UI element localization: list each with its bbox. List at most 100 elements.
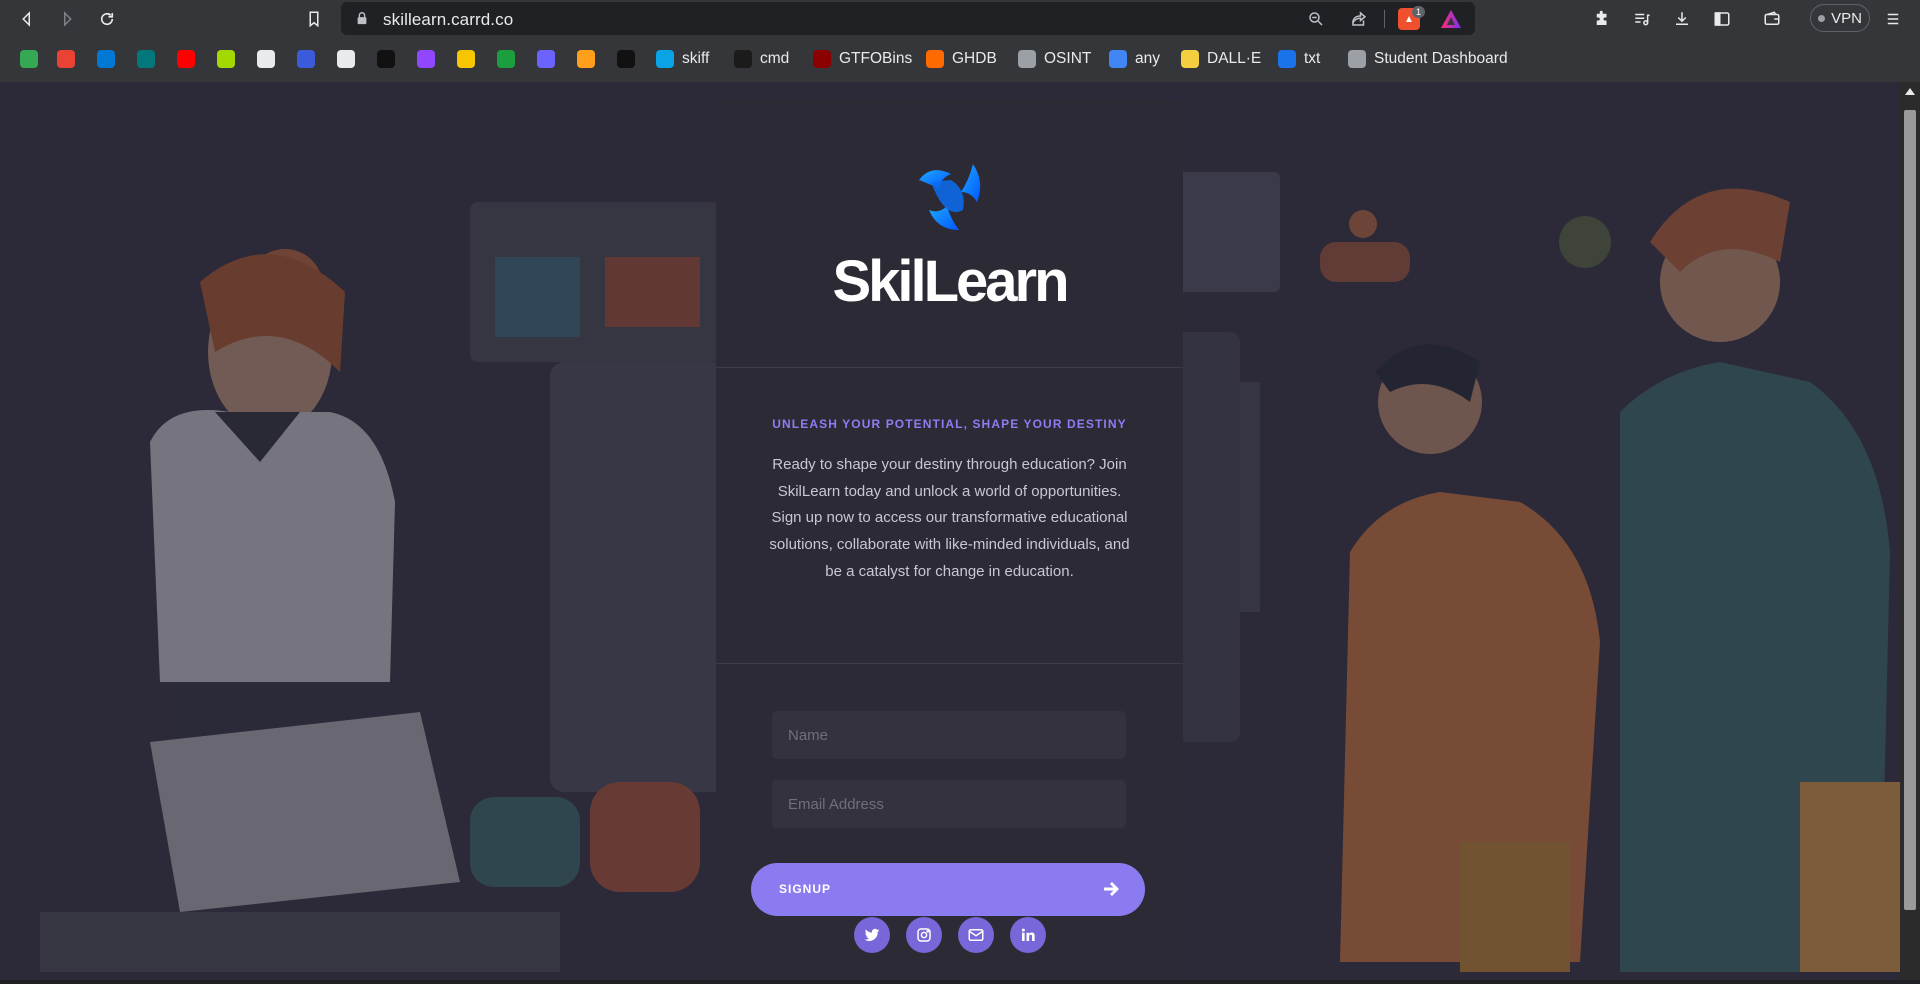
openai-icon <box>257 50 275 68</box>
bookmark-item[interactable] <box>497 46 515 72</box>
twitter-icon <box>864 928 880 941</box>
zoom-button[interactable] <box>1306 9 1326 29</box>
signup-button[interactable]: SIGNUP <box>751 863 1145 916</box>
txt-icon <box>1278 50 1296 68</box>
divider-top <box>716 367 1183 368</box>
signup-label: SIGNUP <box>779 882 832 896</box>
back-icon <box>22 11 30 27</box>
any-icon <box>1109 50 1127 68</box>
sharepoint-icon <box>137 50 155 68</box>
brave-rewards-icon[interactable] <box>1440 9 1462 29</box>
bookmark-item[interactable] <box>177 46 195 72</box>
bookmark-item[interactable] <box>337 46 355 72</box>
media-button[interactable] <box>1628 5 1656 33</box>
scroll-up-arrow[interactable] <box>1905 88 1915 95</box>
bookmark-item[interactable]: txt <box>1278 46 1320 72</box>
bookmark-label: cmd <box>760 50 790 67</box>
bookmark-item[interactable] <box>137 46 155 72</box>
brand-title: SkilLearn <box>832 249 1069 314</box>
bookmarks-bar: skiff cmd GTFOBins GHDB OSINT any DALL·E txt Stu… <box>0 44 1920 74</box>
forward-icon <box>64 11 72 27</box>
share-icon <box>1352 11 1367 26</box>
tagline: UNLEASH YOUR POTENTIAL, SHAPE YOUR DESTI… <box>772 417 1127 431</box>
sidebar-button[interactable] <box>1708 5 1736 33</box>
share-button[interactable] <box>1349 9 1369 29</box>
ghdb-icon <box>926 50 944 68</box>
extensions-button[interactable] <box>1588 5 1616 33</box>
bookmark-item[interactable] <box>617 46 635 72</box>
intro-paragraph: Ready to shape your destiny through educ… <box>769 456 1130 580</box>
bookmark-page-button[interactable] <box>300 5 328 33</box>
menu-button[interactable] <box>1879 5 1907 33</box>
reload-icon <box>100 12 114 26</box>
forward-button[interactable] <box>53 5 81 33</box>
scroll-thumb[interactable] <box>1904 110 1916 910</box>
gtfobins-icon <box>813 50 831 68</box>
email-input[interactable] <box>772 780 1126 828</box>
linkedin-button[interactable] <box>1010 917 1046 953</box>
skiff-icon <box>656 50 674 68</box>
bookmark-item[interactable]: GHDB <box>926 46 997 72</box>
sidebar-icon <box>1714 12 1730 26</box>
gradient-icon <box>577 50 595 68</box>
bookmark-label: GTFOBins <box>839 50 913 67</box>
w-icon <box>497 50 515 68</box>
bookmark-item[interactable] <box>417 46 435 72</box>
github-icon <box>337 50 355 68</box>
bookmark-item[interactable] <box>217 46 235 72</box>
bookmark-item[interactable] <box>257 46 275 72</box>
outlook-icon <box>97 50 115 68</box>
youtube-icon <box>177 50 195 68</box>
bookmark-item[interactable] <box>97 46 115 72</box>
bookmark-item[interactable]: any <box>1109 46 1160 72</box>
download-icon <box>1676 12 1688 25</box>
bookmark-icon <box>309 11 319 28</box>
bookmark-item[interactable]: OSINT <box>1018 46 1091 72</box>
bookmark-item[interactable]: Student Dashboard <box>1348 46 1508 72</box>
lock-icon <box>357 12 367 25</box>
gmail-icon <box>57 50 75 68</box>
ghost-icon <box>377 50 395 68</box>
s-icon <box>617 50 635 68</box>
bookmark-item[interactable]: DALL·E <box>1181 46 1261 72</box>
email-button[interactable] <box>958 917 994 953</box>
instagram-button[interactable] <box>906 917 942 953</box>
hackerrank-icon <box>297 50 315 68</box>
wallet-button[interactable] <box>1758 5 1786 33</box>
bookmark-label: txt <box>1304 50 1321 67</box>
twitter-button[interactable] <box>854 917 890 953</box>
zoom-icon <box>1309 12 1323 26</box>
bookmark-item[interactable] <box>577 46 595 72</box>
vpn-label: VPN <box>1831 9 1862 27</box>
bookmark-item[interactable] <box>377 46 395 72</box>
info-icon <box>457 50 475 68</box>
robot-icon <box>537 50 555 68</box>
bookmark-item[interactable] <box>57 46 75 72</box>
bookmark-item[interactable]: cmd <box>734 46 789 72</box>
downloads-button[interactable] <box>1668 5 1696 33</box>
url-text: skillearn.carrd.co <box>383 10 514 29</box>
globe-icon <box>1018 50 1036 68</box>
wallet-icon <box>1764 11 1780 25</box>
cube-icon <box>217 50 235 68</box>
page-scrollbar[interactable] <box>1900 82 1920 980</box>
reload-button[interactable] <box>93 5 121 33</box>
name-input[interactable] <box>772 711 1126 759</box>
bookmark-label: GHDB <box>952 50 997 67</box>
arrow-right-icon <box>1104 882 1119 896</box>
browser-chrome: skillearn.carrd.co ▲ 1 VPN skiff cmd GTF… <box>0 0 1920 82</box>
bookmark-item[interactable] <box>457 46 475 72</box>
bookmark-item[interactable] <box>297 46 315 72</box>
vpn-button[interactable]: VPN <box>1810 4 1870 32</box>
bookmark-item[interactable] <box>537 46 555 72</box>
bookmark-label: OSINT <box>1044 50 1092 67</box>
bookmark-item[interactable]: skiff <box>656 46 709 72</box>
skillearn-logo-icon <box>919 164 981 230</box>
bookmark-label: any <box>1135 50 1160 67</box>
bookmark-item[interactable]: GTFOBins <box>813 46 912 72</box>
signup-card: SkilLearn UNLEASH YOUR POTENTIAL, SHAPE … <box>716 100 1183 980</box>
back-button[interactable] <box>13 5 41 33</box>
bookmark-label: DALL·E <box>1207 50 1262 67</box>
bookmark-item[interactable] <box>20 46 38 72</box>
address-bar[interactable]: skillearn.carrd.co ▲ 1 <box>341 2 1475 35</box>
